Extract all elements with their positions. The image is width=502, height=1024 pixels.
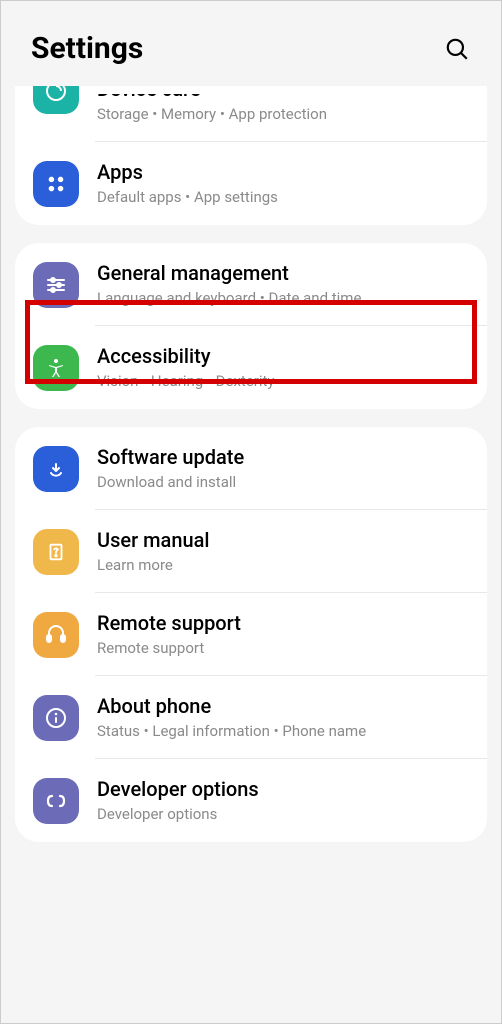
item-text: Developer options Developer options: [97, 776, 469, 825]
item-subtitle: Vision • Hearing • Dexterity: [97, 371, 469, 392]
settings-item-developer-options[interactable]: Developer options Developer options: [15, 759, 487, 842]
settings-group: Software update Download and install Use…: [15, 427, 487, 842]
item-subtitle: Storage • Memory • App protection: [97, 104, 469, 125]
item-text: Apps Default apps • App settings: [97, 159, 469, 208]
settings-item-software-update[interactable]: Software update Download and install: [15, 427, 487, 510]
general-management-icon: [33, 262, 79, 308]
item-text: Remote support Remote support: [97, 610, 469, 659]
item-subtitle: Default apps • App settings: [97, 187, 469, 208]
item-title: About phone: [97, 693, 469, 719]
settings-item-about-phone[interactable]: About phone Status • Legal information •…: [15, 676, 487, 759]
remote-support-icon: [33, 612, 79, 658]
apps-icon: [33, 161, 79, 207]
item-title: Accessibility: [97, 343, 469, 369]
developer-options-icon: [33, 778, 79, 824]
item-subtitle: Status • Legal information • Phone name: [97, 721, 469, 742]
item-title: Apps: [97, 159, 469, 185]
settings-header: Settings: [1, 1, 501, 86]
search-button[interactable]: [443, 35, 471, 63]
settings-item-device-care[interactable]: Device care Storage • Memory • App prote…: [15, 86, 487, 142]
search-icon: [444, 36, 470, 62]
settings-item-remote-support[interactable]: Remote support Remote support: [15, 593, 487, 676]
item-text: Device care Storage • Memory • App prote…: [97, 86, 469, 125]
device-care-icon: [33, 86, 79, 114]
item-text: General management Language and keyboard…: [97, 260, 469, 309]
settings-item-accessibility[interactable]: Accessibility Vision • Hearing • Dexteri…: [15, 326, 487, 409]
item-subtitle: Developer options: [97, 804, 469, 825]
item-subtitle: Learn more: [97, 555, 469, 576]
user-manual-icon: [33, 529, 79, 575]
item-subtitle: Download and install: [97, 472, 469, 493]
item-title: Device care: [97, 86, 469, 102]
settings-item-apps[interactable]: Apps Default apps • App settings: [15, 142, 487, 225]
settings-group: Device care Storage • Memory • App prote…: [15, 86, 487, 225]
item-title: General management: [97, 260, 469, 286]
item-title: User manual: [97, 527, 469, 553]
item-title: Software update: [97, 444, 469, 470]
item-subtitle: Language and keyboard • Date and time: [97, 288, 469, 309]
item-text: About phone Status • Legal information •…: [97, 693, 469, 742]
about-phone-icon: [33, 695, 79, 741]
settings-list: Device care Storage • Memory • App prote…: [1, 86, 501, 842]
settings-item-general-management[interactable]: General management Language and keyboard…: [15, 243, 487, 326]
item-text: User manual Learn more: [97, 527, 469, 576]
software-update-icon: [33, 446, 79, 492]
settings-group: General management Language and keyboard…: [15, 243, 487, 409]
settings-item-user-manual[interactable]: User manual Learn more: [15, 510, 487, 593]
item-subtitle: Remote support: [97, 638, 469, 659]
page-title: Settings: [31, 31, 143, 66]
item-title: Remote support: [97, 610, 469, 636]
item-text: Software update Download and install: [97, 444, 469, 493]
accessibility-icon: [33, 345, 79, 391]
item-title: Developer options: [97, 776, 469, 802]
item-text: Accessibility Vision • Hearing • Dexteri…: [97, 343, 469, 392]
